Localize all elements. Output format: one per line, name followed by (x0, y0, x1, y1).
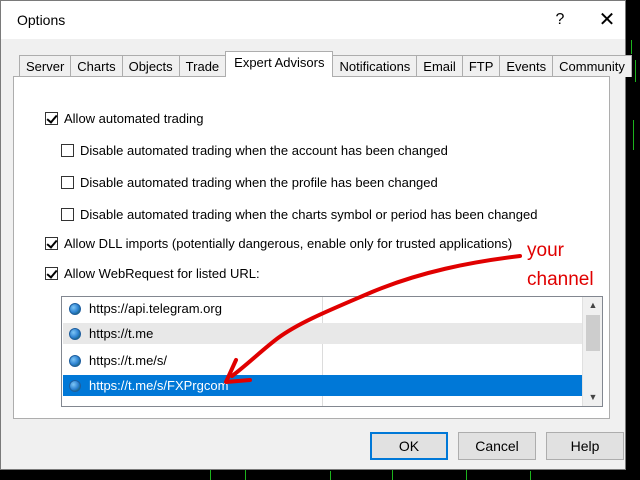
scroll-down-icon[interactable]: ▼ (583, 389, 602, 406)
disable-on-symbol-change-checkbox[interactable] (61, 208, 74, 221)
disable-on-account-change-checkbox[interactable] (61, 144, 74, 157)
help-button[interactable]: Help (546, 432, 624, 460)
disable-on-account-change-label: Disable automated trading when the accou… (80, 143, 448, 158)
url-text: https://t.me/s/ (89, 353, 168, 368)
url-list-item[interactable]: https://api.telegram.org (63, 298, 582, 319)
allow-automated-trading-checkbox[interactable] (45, 112, 58, 125)
url-text: https://t.me (89, 326, 154, 341)
chart-bar (530, 471, 531, 480)
chart-bar (466, 469, 467, 480)
disable-on-profile-change-checkbox[interactable] (61, 176, 74, 189)
title-bar: Options ? ✕ (1, 1, 625, 39)
tab-notifications[interactable]: Notifications (332, 55, 418, 77)
tab-server[interactable]: Server (19, 55, 72, 77)
globe-icon (69, 302, 81, 315)
allow-automated-trading-option[interactable]: Allow automated trading (45, 111, 203, 126)
allow-dll-imports-checkbox[interactable] (45, 237, 58, 250)
disable-on-profile-change-option[interactable]: Disable automated trading when the profi… (61, 175, 438, 190)
tab-email[interactable]: Email (416, 55, 463, 77)
ok-button[interactable]: OK (370, 432, 448, 460)
url-text: https://api.telegram.org (89, 301, 222, 316)
allow-automated-trading-label: Allow automated trading (64, 111, 204, 126)
allow-webrequest-option[interactable]: Allow WebRequest for listed URL: (45, 266, 260, 281)
webrequest-url-list[interactable]: https://api.telegram.org https://t.me ht… (61, 296, 603, 407)
tab-ftp[interactable]: FTP (461, 55, 501, 77)
tab-trade[interactable]: Trade (178, 55, 227, 77)
tab-objects[interactable]: Objects (121, 55, 180, 77)
allow-dll-imports-label: Allow DLL imports (potentially dangerous… (64, 236, 513, 251)
url-list-item[interactable]: https://t.me/s/ (63, 350, 582, 371)
disable-on-symbol-change-option[interactable]: Disable automated trading when the chart… (61, 207, 537, 222)
allow-webrequest-checkbox[interactable] (45, 267, 58, 280)
chart-bar (392, 470, 393, 480)
tab-charts[interactable]: Charts (70, 55, 123, 77)
chart-bar (210, 470, 211, 480)
disable-on-account-change-option[interactable]: Disable automated trading when the accou… (61, 143, 448, 158)
chart-bar (633, 120, 634, 150)
allow-dll-imports-option[interactable]: Allow DLL imports (potentially dangerous… (45, 236, 512, 251)
help-icon[interactable]: ? (547, 7, 573, 33)
allow-webrequest-label: Allow WebRequest for listed URL: (64, 266, 260, 281)
chart-bar (631, 40, 632, 54)
disable-on-profile-change-label: Disable automated trading when the profi… (80, 175, 438, 190)
tab-strip: Server Charts Objects Trade Expert Advis… (19, 51, 632, 77)
url-list-item[interactable]: https://t.me (63, 323, 582, 344)
tab-events[interactable]: Events (499, 55, 554, 77)
url-list-item-selected[interactable]: https://t.me/s/FXPrgcom (63, 375, 582, 396)
scroll-up-icon[interactable]: ▲ (583, 297, 602, 314)
expert-advisors-panel: Allow automated trading Disable automate… (13, 76, 610, 419)
url-list-scrollbar[interactable]: ▲ ▼ (582, 297, 602, 406)
tab-expert-advisors[interactable]: Expert Advisors (225, 51, 334, 77)
close-icon[interactable]: ✕ (594, 7, 620, 33)
chart-bar (330, 471, 331, 480)
globe-icon (69, 327, 81, 340)
dialog-title: Options (17, 12, 66, 28)
cancel-button[interactable]: Cancel (458, 432, 536, 460)
disable-on-symbol-change-label: Disable automated trading when the chart… (80, 207, 538, 222)
url-text: https://t.me/s/FXPrgcom (89, 378, 229, 393)
globe-icon (69, 354, 81, 367)
options-dialog: Options ? ✕ Server Charts Objects Trade … (0, 0, 632, 470)
chart-bar (635, 60, 636, 82)
scroll-thumb[interactable] (586, 315, 600, 351)
globe-icon (69, 379, 81, 392)
tab-community[interactable]: Community (552, 55, 632, 77)
